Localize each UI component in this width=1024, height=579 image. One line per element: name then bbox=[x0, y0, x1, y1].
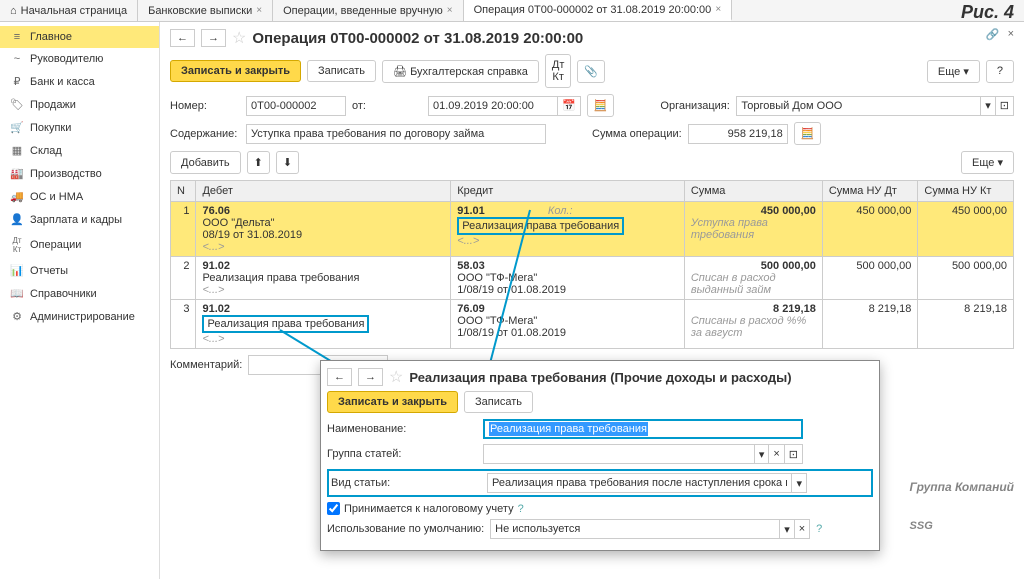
sidebar-item-main[interactable]: ≡Главное bbox=[0, 26, 159, 48]
table-row[interactable]: 1 76.06ООО "Дельта"08/19 от 31.08.2019<.… bbox=[171, 202, 1014, 257]
popup-default-input[interactable] bbox=[490, 519, 780, 539]
save-close-button[interactable]: Записать и закрыть bbox=[170, 60, 301, 82]
popup-dialog: ← → ☆ Реализация права требования (Прочи… bbox=[320, 360, 880, 551]
more-button[interactable]: Еще ▾ bbox=[927, 60, 980, 83]
save-button[interactable]: Записать bbox=[307, 60, 376, 82]
sidebar-item-purchases[interactable]: 🛒Покупки bbox=[0, 116, 159, 139]
popup-group-input[interactable] bbox=[483, 444, 755, 464]
help-icon[interactable]: ? bbox=[518, 503, 524, 515]
sum-label: Сумма операции: bbox=[592, 128, 682, 140]
popup-default-label: Использование по умолчанию: bbox=[327, 523, 484, 535]
popup-name-label: Наименование: bbox=[327, 423, 477, 435]
move-up-button[interactable]: ⬆ bbox=[247, 151, 270, 174]
popup-name-input[interactable]: Реализация права требования bbox=[483, 419, 803, 439]
close-icon[interactable]: × bbox=[715, 4, 721, 15]
table-row[interactable]: 3 91.02Реализация права требования<...> … bbox=[171, 300, 1014, 349]
dropdown-icon[interactable]: ▾ bbox=[981, 96, 996, 116]
home-icon: ⌂ bbox=[10, 5, 17, 17]
sidebar-item-payroll[interactable]: 👤Зарплата и кадры bbox=[0, 208, 159, 231]
dropdown-icon[interactable]: ▾ bbox=[755, 444, 770, 464]
nav-forward-button[interactable]: → bbox=[201, 29, 226, 47]
dropdown-icon[interactable]: ▾ bbox=[792, 473, 807, 493]
tab-home[interactable]: ⌂Начальная страница bbox=[0, 0, 138, 21]
content-label: Содержание: bbox=[170, 128, 240, 140]
dt-kt-button[interactable]: ДтКт bbox=[545, 54, 572, 88]
sidebar-item-assets[interactable]: 🚚ОС и НМА bbox=[0, 185, 159, 208]
number-input[interactable] bbox=[246, 96, 346, 116]
close-icon[interactable]: × bbox=[256, 5, 262, 16]
popup-favorite-icon[interactable]: ☆ bbox=[389, 367, 403, 387]
close-icon[interactable]: × bbox=[447, 5, 453, 16]
open-icon[interactable]: ⊡ bbox=[996, 96, 1014, 116]
favorite-icon[interactable]: ☆ bbox=[232, 28, 246, 48]
attach-button[interactable]: 📎 bbox=[577, 60, 605, 83]
popup-group-label: Группа статей: bbox=[327, 448, 477, 460]
from-label: от: bbox=[352, 100, 422, 112]
date-input[interactable] bbox=[428, 96, 558, 116]
help-button[interactable]: ? bbox=[986, 60, 1014, 83]
popup-type-input[interactable] bbox=[487, 473, 792, 493]
calc-sum-button[interactable]: 🧮 bbox=[794, 122, 822, 145]
link-icon[interactable]: 🔗 bbox=[986, 28, 1000, 41]
sidebar-item-warehouse[interactable]: ▦Склад bbox=[0, 139, 159, 162]
sidebar: ≡Главное ~Руководителю ₽Банк и касса 🏷Пр… bbox=[0, 22, 160, 579]
tab-operation[interactable]: Операция 0Т00-000002 от 31.08.2019 20:00… bbox=[464, 0, 733, 21]
org-input[interactable] bbox=[736, 96, 981, 116]
table-more-button[interactable]: Еще ▾ bbox=[961, 151, 1014, 174]
sidebar-item-operations[interactable]: Дт КтОперации bbox=[0, 231, 159, 259]
col-nu-dt[interactable]: Сумма НУ Дт bbox=[822, 181, 918, 202]
sidebar-item-admin[interactable]: ⚙Администрирование bbox=[0, 305, 159, 328]
add-button[interactable]: Добавить bbox=[170, 151, 241, 174]
number-label: Номер: bbox=[170, 100, 240, 112]
col-nu-kt[interactable]: Сумма НУ Кт bbox=[918, 181, 1014, 202]
help-icon[interactable]: ? bbox=[816, 523, 822, 535]
sidebar-item-manager[interactable]: ~Руководителю bbox=[0, 48, 159, 70]
tab-manual-ops[interactable]: Операции, введенные вручную× bbox=[273, 0, 464, 21]
open-icon[interactable]: ⊡ bbox=[785, 444, 803, 464]
close-window-icon[interactable]: × bbox=[1008, 28, 1014, 41]
popup-tax-label: Принимается к налоговому учету bbox=[344, 503, 514, 515]
credit-analytics-box: Реализация права требования bbox=[457, 217, 624, 235]
calc-button[interactable]: 🧮 bbox=[587, 94, 615, 117]
tab-bank[interactable]: Банковские выписки× bbox=[138, 0, 273, 21]
figure-label: Рис. 4 bbox=[961, 2, 1014, 23]
clear-icon[interactable]: × bbox=[795, 519, 810, 539]
col-credit[interactable]: Кредит bbox=[451, 181, 685, 202]
clear-icon[interactable]: × bbox=[769, 444, 784, 464]
nav-back-button[interactable]: ← bbox=[170, 29, 195, 47]
table-row[interactable]: 2 91.02Реализация права требования<...> … bbox=[171, 257, 1014, 300]
comment-label: Комментарий: bbox=[170, 359, 242, 371]
popup-save-close-button[interactable]: Записать и закрыть bbox=[327, 391, 458, 413]
page-title: Операция 0Т00-000002 от 31.08.2019 20:00… bbox=[252, 30, 583, 47]
dropdown-icon[interactable]: ▾ bbox=[780, 519, 795, 539]
col-sum[interactable]: Сумма bbox=[684, 181, 822, 202]
sidebar-item-bank[interactable]: ₽Банк и касса bbox=[0, 70, 159, 93]
popup-tax-checkbox[interactable] bbox=[327, 502, 340, 515]
entries-table: N Дебет Кредит Сумма Сумма НУ Дт Сумма Н… bbox=[170, 180, 1014, 349]
col-n[interactable]: N bbox=[171, 181, 196, 202]
sidebar-item-sales[interactable]: 🏷Продажи bbox=[0, 93, 159, 116]
popup-type-label: Вид статьи: bbox=[331, 477, 481, 489]
tabs: ⌂Начальная страница Банковские выписки× … bbox=[0, 0, 1024, 22]
content-input[interactable] bbox=[246, 124, 546, 144]
sidebar-item-production[interactable]: 🏭Производство bbox=[0, 162, 159, 185]
report-button[interactable]: 🖨 Бухгалтерская справка bbox=[382, 60, 539, 83]
debit-analytics-box: Реализация права требования bbox=[202, 315, 369, 333]
popup-title: Реализация права требования (Прочие дохо… bbox=[409, 370, 791, 385]
popup-back-button[interactable]: ← bbox=[327, 368, 352, 386]
calendar-icon[interactable]: 📅 bbox=[558, 96, 581, 116]
popup-forward-button[interactable]: → bbox=[358, 368, 383, 386]
sidebar-item-references[interactable]: 📖Справочники bbox=[0, 282, 159, 305]
org-label: Организация: bbox=[660, 100, 730, 112]
sum-input[interactable] bbox=[688, 124, 788, 144]
move-down-button[interactable]: ⬇ bbox=[276, 151, 299, 174]
col-debit[interactable]: Дебет bbox=[196, 181, 451, 202]
popup-save-button[interactable]: Записать bbox=[464, 391, 533, 413]
sidebar-item-reports[interactable]: 📊Отчеты bbox=[0, 259, 159, 282]
